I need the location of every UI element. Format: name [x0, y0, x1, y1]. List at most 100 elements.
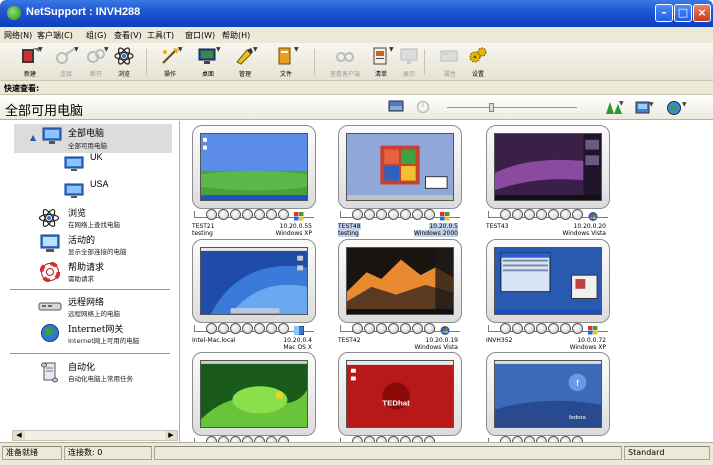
client-card-test48[interactable]: TEST48 10.20.0.5 testing Windows 2000 — [338, 125, 462, 241]
menu-tools[interactable]: 工具(T) — [147, 30, 174, 41]
sidebar-group-uk-label: UK — [90, 152, 103, 162]
sidebar-browse-subtitle: 在网络上查找电脑 — [68, 221, 120, 229]
client-card-fedora[interactable]: f fedora — [486, 352, 610, 442]
refresh-timer-icon[interactable] — [416, 100, 430, 114]
client-card-invh352[interactable]: INVH352 10.0.0.72 Windows XP — [486, 239, 610, 355]
menu-help[interactable]: 帮助(H) — [222, 30, 250, 41]
actions-button[interactable]: ▼ 操作 — [152, 45, 188, 79]
globe-icon[interactable]: ▼ — [666, 99, 690, 116]
scroll-right-arrow-icon[interactable]: ▶ — [165, 431, 177, 440]
client-monitor[interactable] — [192, 239, 316, 323]
scroll-icon — [41, 362, 58, 383]
client-screen-vista — [494, 133, 602, 201]
windows-logo-icon — [440, 212, 450, 221]
client-monitor[interactable] — [486, 125, 610, 209]
sidebar-item-automation[interactable]: 自动化 自动化电脑上常用任务 — [0, 358, 168, 384]
menu-group[interactable]: 组(G) — [86, 30, 106, 41]
client-monitor[interactable]: f fedora — [486, 352, 610, 436]
sidebar-item-all-computers[interactable]: ▲ 全部电脑 全部可用电脑 — [0, 124, 172, 153]
toolbar: ▼ 新建 ▼ 连接 ▼ 断开 浏览 ▼ 操作 ▼ 桌面 ▼ 管理 ▼ 文件 查看… — [0, 43, 713, 81]
client-ip: 10.20.0.55 — [279, 223, 312, 230]
client-ip: 10.20.0.19 — [425, 337, 458, 344]
browse-button[interactable]: 浏览 — [106, 45, 142, 79]
client-monitor[interactable] — [192, 352, 316, 436]
client-monitor[interactable]: TEDhat — [338, 352, 462, 436]
client-status-icons — [352, 323, 436, 335]
sidebar-horizontal-scrollbar[interactable]: ◀ ▶ — [12, 430, 178, 441]
client-card-intel-mac[interactable]: Intel-Mac.local 10.20.0.4 Mac OS X — [192, 239, 316, 355]
client-monitor[interactable] — [192, 125, 316, 209]
client-monitor[interactable] — [338, 125, 462, 209]
menu-client[interactable]: 客户端(C) — [37, 30, 73, 41]
active-computer-icon — [40, 234, 60, 252]
status-mode: Standard — [624, 446, 710, 460]
maximize-button[interactable]: □ — [674, 4, 692, 22]
thumbnail-size-slider-thumb[interactable] — [489, 103, 494, 112]
window-title: NetSupport : INVH288 — [26, 6, 141, 18]
client-card-test43[interactable]: TEST43 10.20.0.20 Windows Vista — [486, 125, 610, 241]
sidebar-item-active[interactable]: 活动的 显示全部连接的电脑 — [0, 231, 168, 257]
svg-text:▼: ▼ — [682, 101, 687, 108]
globe-icon — [41, 324, 59, 342]
settings-label: 设置 — [471, 71, 484, 78]
sidebar-remote-subtitle: 远程网络上的电脑 — [68, 310, 120, 318]
collapse-arrow-icon[interactable]: ▲ — [30, 133, 36, 142]
view-title: 全部可用电脑 — [5, 104, 84, 119]
client-screen-fedora: ffedora — [494, 360, 602, 428]
title-bar[interactable]: NetSupport : INVH288 – □ × — [0, 0, 713, 27]
manage-button[interactable]: ▼ 管理 — [227, 45, 263, 79]
windows-logo-icon — [294, 212, 304, 221]
show-icon — [400, 48, 418, 64]
computer-group-icon — [64, 156, 84, 171]
layout-icon[interactable]: ▼ — [634, 99, 656, 116]
client-status-icons — [352, 209, 436, 221]
sidebar-remote-title: 远程网络 — [68, 298, 105, 308]
client-monitor[interactable] — [338, 239, 462, 323]
computer-group-icon — [64, 183, 84, 198]
client-thumbnail-grid: TEST21 10.20.0.55 testing Windows XP TES… — [181, 121, 713, 442]
netsupport-app-icon — [7, 6, 21, 20]
settings-icon — [469, 47, 487, 63]
sidebar-item-browse[interactable]: 浏览 在网络上查找电脑 — [0, 204, 168, 230]
client-card-test21[interactable]: TEST21 10.20.0.55 testing Windows XP — [192, 125, 316, 241]
client-status-icons — [500, 209, 584, 221]
client-name: INVH352 — [486, 337, 513, 344]
thumbnail-size-slider[interactable] — [447, 107, 577, 108]
quick-view-bar: 快速查看: — [0, 81, 713, 95]
sidebar-item-help-request[interactable]: 帮助请求 需助请求 — [0, 258, 168, 284]
client-card-redhat[interactable]: TEDhat — [338, 352, 462, 442]
settings-button[interactable]: 设置 — [460, 45, 496, 79]
client-ip: 10.20.0.5 — [429, 223, 458, 230]
file-button[interactable]: ▼ 文件 — [268, 45, 304, 79]
windows-vista-logo-icon — [440, 326, 450, 335]
client-status-icons — [500, 323, 584, 335]
file-label: 文件 — [279, 71, 292, 78]
minimize-button[interactable]: – — [655, 4, 673, 22]
close-button[interactable]: × — [693, 4, 711, 22]
sidebar-group-usa[interactable]: USA — [0, 176, 168, 198]
sort-icon[interactable]: ▼ — [604, 98, 626, 116]
sidebar-all-subtitle: 全部可用电脑 — [68, 142, 107, 150]
sidebar-item-remote-network[interactable]: 远程网络 远程网络上的电脑 — [0, 293, 168, 319]
sidebar-item-internet-gateway[interactable]: Internet网关 Internet网上可用的电脑 — [0, 320, 168, 346]
sidebar-group-uk[interactable]: UK — [0, 151, 168, 173]
menu-network[interactable]: 网络(N) — [4, 30, 32, 41]
menu-view[interactable]: 查看(V) — [114, 30, 142, 41]
sidebar-automation-title: 自动化 — [68, 363, 96, 373]
client-card-linux-chameleon[interactable] — [192, 352, 316, 442]
menu-window[interactable]: 窗口(W) — [185, 30, 215, 41]
client-card-test42[interactable]: TEST42 10.20.0.19 Windows Vista — [338, 239, 462, 355]
client-name: TEST48 — [338, 223, 361, 230]
fedora-logo-text: fedora — [569, 415, 586, 421]
client-status-icons — [206, 209, 290, 221]
client-status-icons — [206, 323, 290, 335]
thumbnail-view-icon[interactable] — [388, 100, 404, 114]
sidebar-internet-subtitle: Internet网上可用的电脑 — [68, 337, 140, 345]
client-monitor[interactable] — [486, 239, 610, 323]
scroll-left-arrow-icon[interactable]: ◀ — [13, 431, 25, 440]
windows-logo-icon — [588, 326, 598, 335]
client-screen-redhat: TEDhat — [346, 360, 454, 428]
mac-finder-logo-icon — [294, 326, 304, 335]
svg-text:▼: ▼ — [649, 101, 654, 108]
show-button[interactable]: 展示 — [391, 45, 427, 79]
